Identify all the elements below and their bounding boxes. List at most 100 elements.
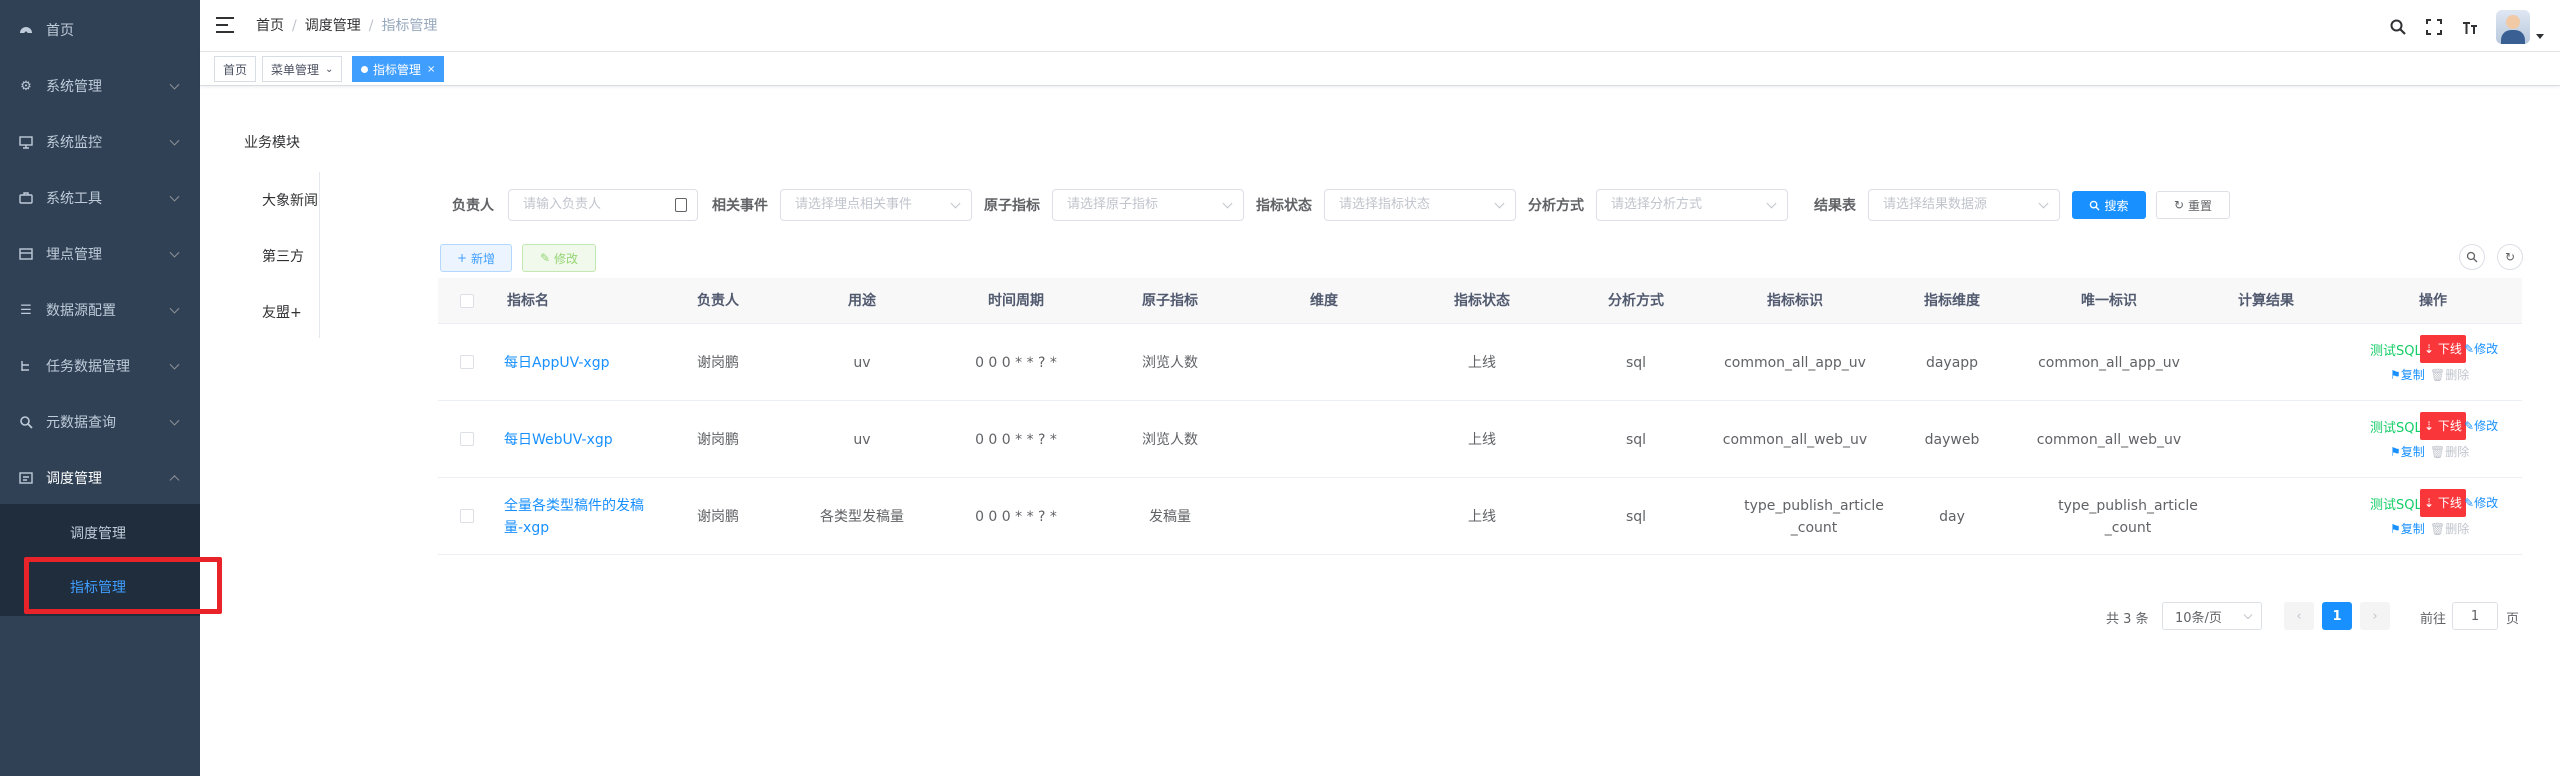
delete-button[interactable]: 🗑删除	[2430, 443, 2469, 460]
edit-button[interactable]: ✎ 修改	[522, 244, 596, 272]
sidebar-item-schedule[interactable]: 调度管理	[0, 450, 200, 506]
sidebar-subitem-schedule[interactable]: 调度管理	[0, 508, 200, 558]
reset-button[interactable]: ↻ 重置	[2156, 191, 2230, 219]
sidebar-item-datasource[interactable]: ☰ 数据源配置	[0, 282, 200, 338]
test-sql-button[interactable]: 测试SQL	[2370, 494, 2422, 513]
row-checkbox[interactable]	[460, 355, 474, 369]
event-select[interactable]: 请选择埋点相关事件	[780, 189, 972, 221]
cell-owner: 谢岗鹏	[697, 431, 739, 448]
cell-metric-dim: dayapp	[1925, 354, 1979, 371]
method-placeholder: 请选择分析方式	[1611, 197, 1703, 212]
tag-menu-icon: ⌄	[325, 63, 334, 75]
cell-atom: 浏览人数	[1142, 431, 1198, 448]
metric-name-link[interactable]: 每日AppUV-xgp	[504, 324, 654, 401]
tree-item[interactable]: 第三方	[262, 246, 320, 266]
column-header: 维度	[1310, 293, 1338, 309]
chevron-down-icon	[169, 303, 180, 314]
row-checkbox[interactable]	[460, 432, 474, 446]
offline-button[interactable]: ⇣ 下线	[2420, 335, 2466, 363]
page-size-select[interactable]: 10条/页	[2162, 602, 2262, 630]
breadcrumb-item[interactable]: 首页	[256, 16, 284, 36]
hamburger-icon[interactable]	[216, 17, 234, 33]
page-number-current[interactable]: 1	[2322, 602, 2352, 630]
status-select[interactable]: 请选择指标状态	[1324, 189, 1516, 221]
status-label: 指标状态	[1256, 198, 1312, 214]
owner-input[interactable]: 请输入负责人	[508, 189, 698, 221]
cell-period: 0 0 0 * * ? *	[975, 431, 1057, 448]
tag-metrics[interactable]: 指标管理 ×	[352, 56, 445, 82]
atom-select[interactable]: 请选择原子指标	[1052, 189, 1244, 221]
sidebar-item-home[interactable]: 首页	[0, 2, 200, 58]
page-suffix: 页	[2506, 612, 2520, 627]
edit-button-label: 修改	[554, 251, 579, 266]
delete-button[interactable]: 🗑删除	[2430, 366, 2469, 383]
dashboard-icon	[18, 22, 34, 38]
modify-button[interactable]: ✎修改	[2464, 417, 2498, 434]
metric-name-link[interactable]: 每日WebUV-xgp	[504, 401, 654, 478]
copy-button[interactable]: ⚑复制	[2390, 443, 2425, 460]
breadcrumb-item[interactable]: 调度管理	[305, 16, 361, 36]
edit-icon: ✎	[539, 251, 551, 265]
toolbox-icon	[18, 190, 34, 206]
chevron-down-icon	[2243, 610, 2253, 620]
modify-button[interactable]: ✎修改	[2464, 340, 2498, 357]
next-page-button[interactable]: ›	[2360, 602, 2390, 630]
test-sql-button[interactable]: 测试SQL	[2370, 417, 2422, 436]
column-header: 指标名	[507, 293, 549, 309]
page-size-label: 10条/页	[2175, 610, 2222, 626]
offline-label: 下线	[2437, 496, 2462, 510]
font-size-icon[interactable]	[2460, 17, 2480, 37]
delete-button[interactable]: 🗑删除	[2430, 520, 2469, 537]
toggle-search-button[interactable]	[2459, 244, 2485, 270]
reset-button-label: 重置	[2188, 198, 2213, 213]
event-label: 相关事件	[712, 198, 768, 214]
search-button[interactable]: 搜索	[2072, 191, 2146, 219]
tree-item[interactable]: 友盟+	[262, 302, 320, 322]
method-select[interactable]: 请选择分析方式	[1596, 189, 1788, 221]
offline-button[interactable]: ⇣ 下线	[2420, 412, 2466, 440]
close-icon[interactable]: ×	[427, 64, 435, 75]
method-label: 分析方式	[1528, 198, 1584, 214]
goto-page-input[interactable]: 1	[2452, 602, 2498, 630]
chevron-down-icon	[1766, 198, 1777, 209]
tag-home[interactable]: 首页	[214, 56, 257, 82]
test-sql-button[interactable]: 测试SQL	[2370, 340, 2422, 359]
sidebar-item-metadata[interactable]: 元数据查询	[0, 394, 200, 450]
delete-label: 删除	[2445, 445, 2470, 459]
contact-icon	[675, 198, 687, 212]
copy-button[interactable]: ⚑复制	[2390, 520, 2425, 537]
schedule-submenu: 调度管理 指标管理	[0, 504, 200, 616]
column-header: 负责人	[697, 293, 739, 309]
sidebar-item-tools[interactable]: 系统工具	[0, 170, 200, 226]
modify-label: 修改	[2474, 496, 2499, 510]
avatar[interactable]	[2496, 10, 2530, 44]
sidebar-item-label: 系统工具	[46, 191, 102, 207]
copy-button[interactable]: ⚑复制	[2390, 366, 2425, 383]
chevron-down-icon	[169, 359, 180, 370]
add-button[interactable]: + 新增	[440, 244, 512, 272]
result-select[interactable]: 请选择结果数据源	[1868, 189, 2060, 221]
offline-button[interactable]: ⇣ 下线	[2420, 489, 2466, 517]
row-checkbox[interactable]	[460, 509, 474, 523]
metric-name-link[interactable]: 全量各类型稿件的发稿量-xgp	[504, 478, 654, 555]
row-actions: 测试SQL ⇣ 下线 ✎修改 ⚑复制 🗑删除	[2368, 401, 2518, 478]
sidebar-item-tracking[interactable]: 埋点管理	[0, 226, 200, 282]
search-icon[interactable]	[2388, 17, 2408, 37]
sidebar-subitem-metrics[interactable]: 指标管理	[0, 562, 200, 612]
tree-icon	[18, 358, 34, 374]
tracking-icon	[18, 246, 34, 262]
sidebar-item-monitor[interactable]: 系统监控	[0, 114, 200, 170]
sidebar-item-system[interactable]: ⚙ 系统管理	[0, 58, 200, 114]
fullscreen-icon[interactable]	[2424, 17, 2444, 37]
modify-button[interactable]: ✎修改	[2464, 494, 2498, 511]
gear-icon: ⚙	[20, 78, 32, 94]
caret-down-icon[interactable]	[2536, 33, 2544, 39]
tag-menu[interactable]: 菜单管理 ⌄	[262, 56, 343, 82]
cell-status: 上线	[1468, 508, 1496, 525]
chevron-down-icon	[169, 247, 180, 258]
prev-page-button[interactable]: ‹	[2284, 602, 2314, 630]
refresh-button[interactable]: ↻	[2497, 244, 2523, 270]
tree-item[interactable]: 大象新闻	[262, 190, 320, 210]
sidebar-item-task-data[interactable]: 任务数据管理	[0, 338, 200, 394]
event-placeholder: 请选择埋点相关事件	[795, 197, 913, 212]
